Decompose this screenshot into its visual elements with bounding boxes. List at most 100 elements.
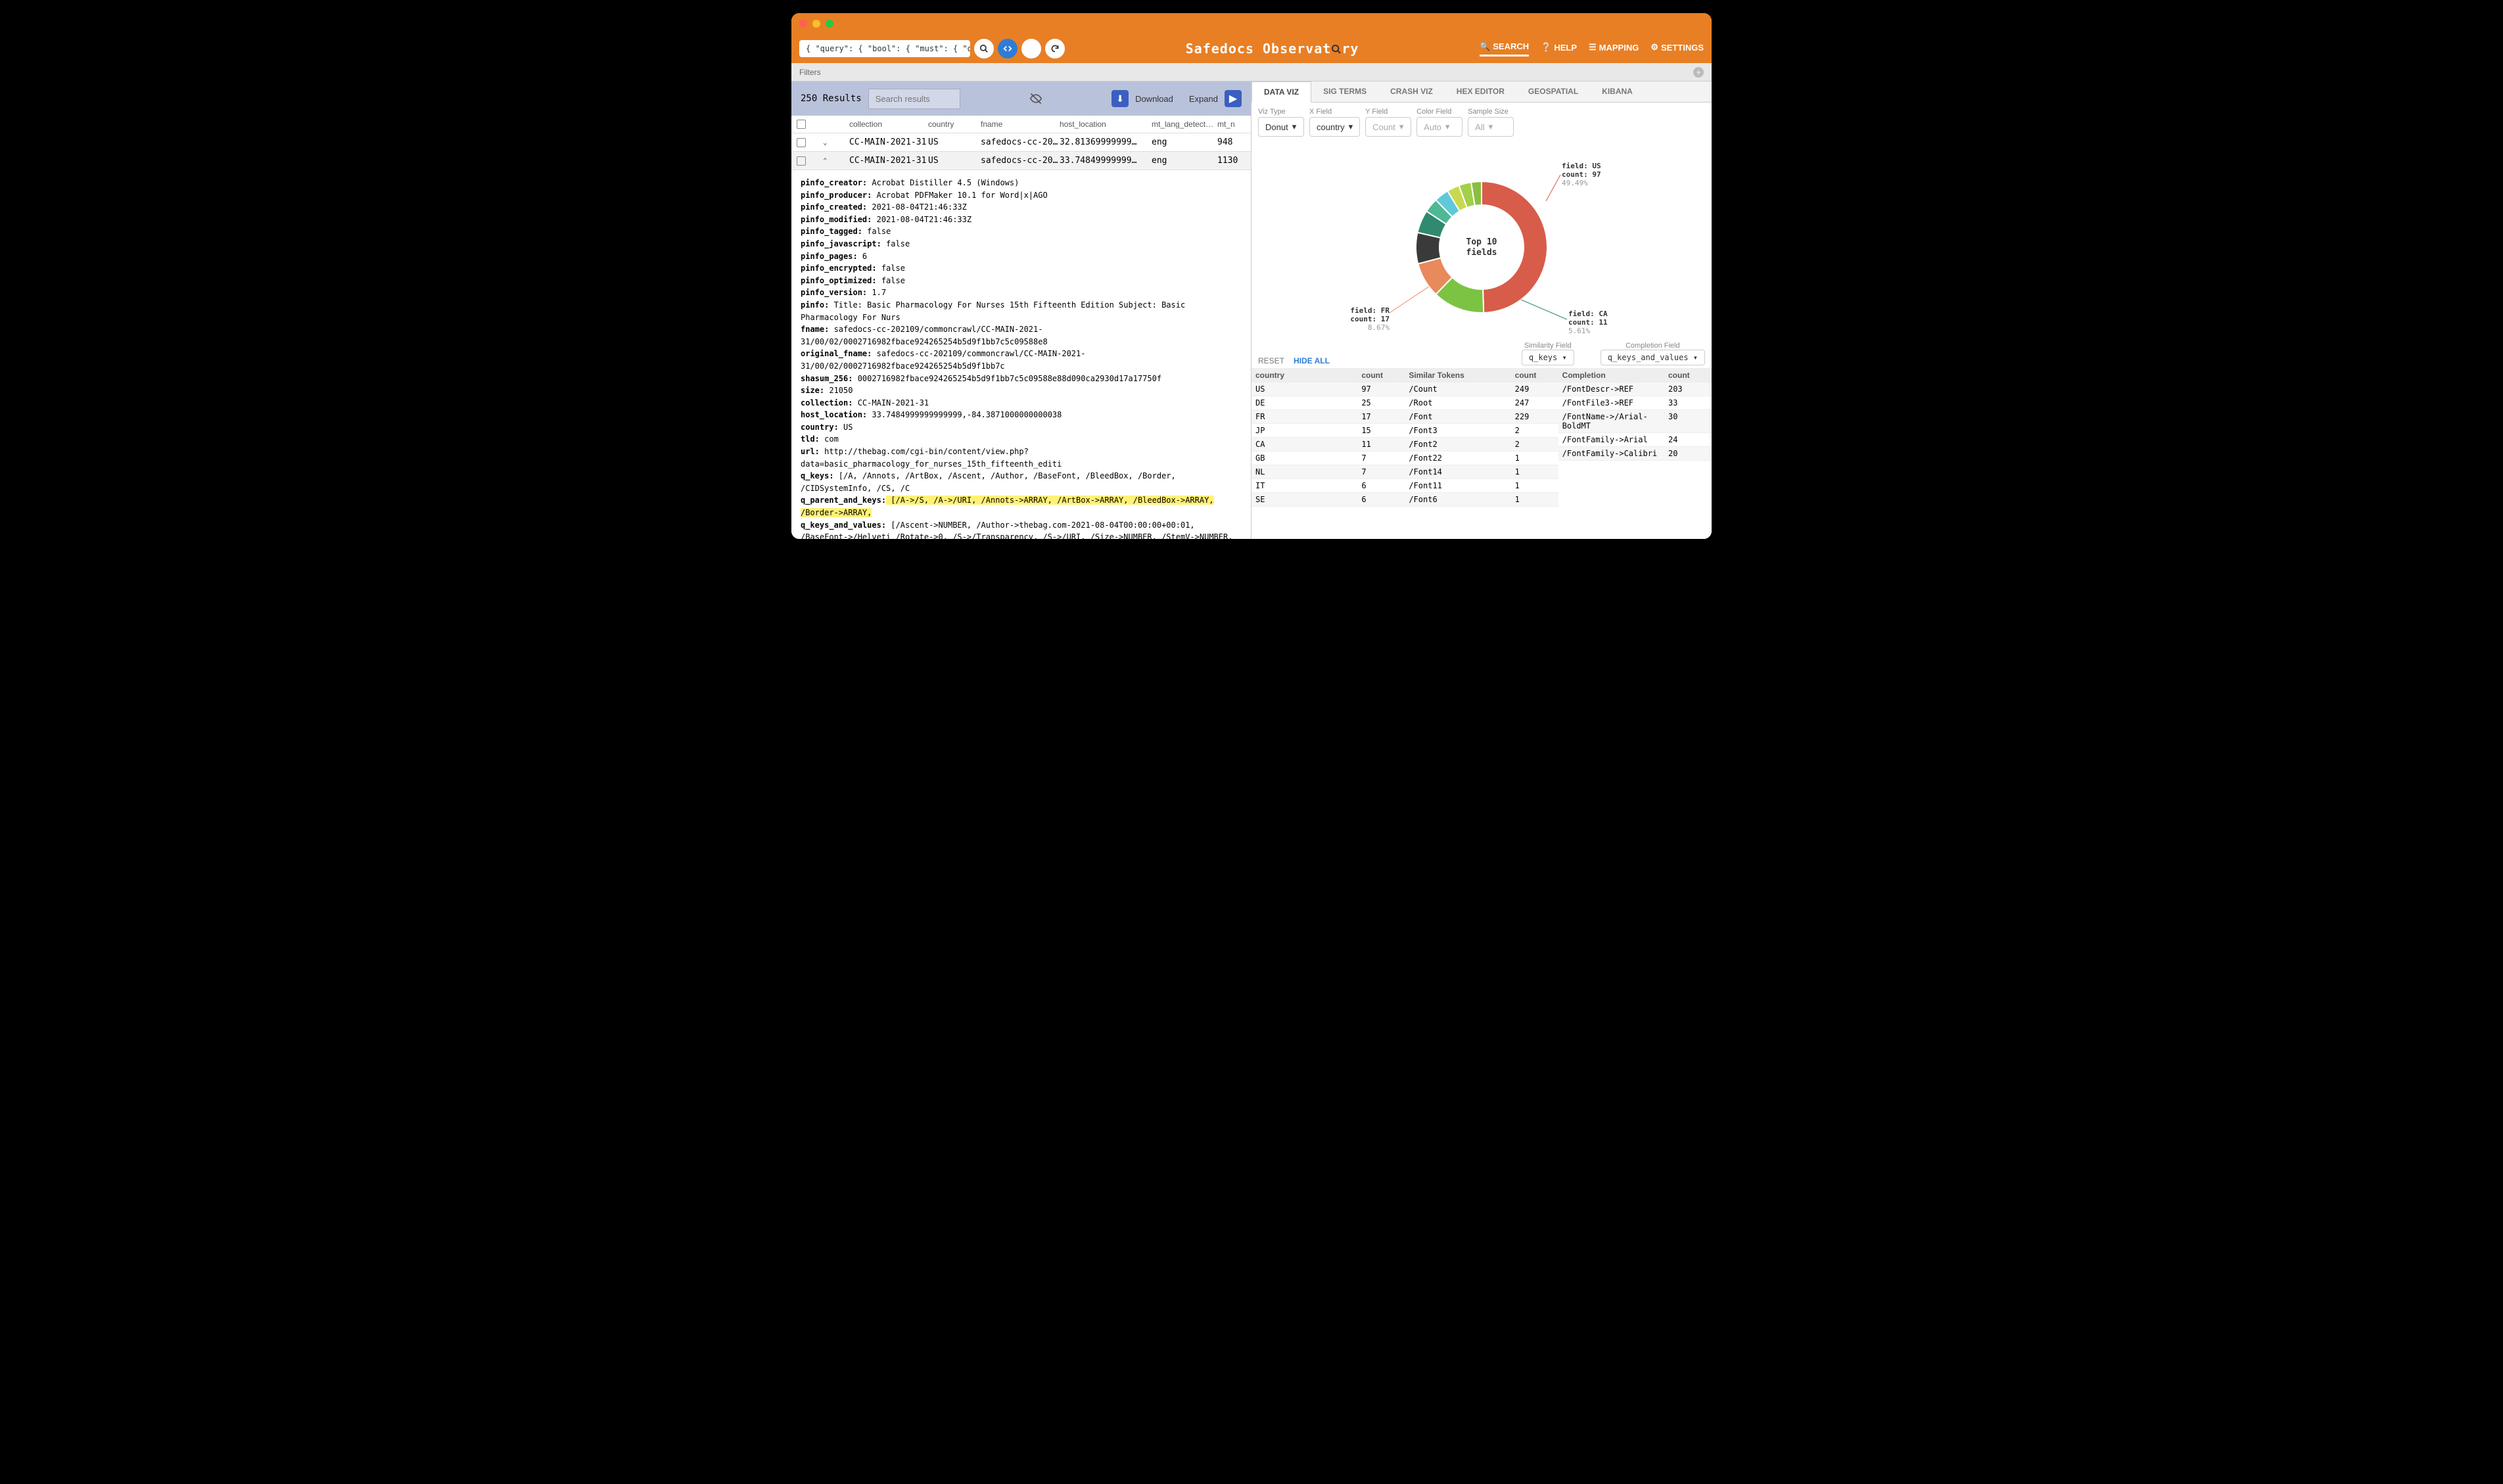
viz-tabs: DATA VIZSIG TERMSCRASH VIZHEX EDITORGEOS… — [1252, 81, 1712, 103]
select-all-checkbox[interactable] — [797, 120, 806, 129]
y-field-select[interactable]: Count ▾ — [1365, 117, 1411, 137]
tab-crash viz[interactable]: CRASH VIZ — [1378, 81, 1445, 102]
code-button[interactable] — [998, 39, 1018, 58]
data-tables: countrycountUS97DE25FR17JP15CA11GB7NL7IT… — [1252, 368, 1712, 539]
table-row[interactable]: /Font111 — [1405, 479, 1558, 493]
dropdown-button[interactable]: ▾ — [1021, 39, 1041, 58]
maximize-window-icon[interactable] — [826, 20, 833, 28]
minimize-window-icon[interactable] — [812, 20, 820, 28]
add-filter-button[interactable]: + — [1693, 67, 1704, 78]
table-row[interactable]: FR17 — [1252, 410, 1405, 424]
table-row[interactable]: ⌄ CC-MAIN-2021-31USsafedocs-cc-20…32.813… — [791, 133, 1251, 152]
close-window-icon[interactable] — [799, 20, 807, 28]
sample-size-select[interactable]: All ▾ — [1468, 117, 1514, 137]
expand-button[interactable]: ▶ — [1225, 90, 1242, 107]
reset-button[interactable]: RESET — [1258, 356, 1284, 365]
filters-bar: Filters + — [791, 63, 1712, 81]
table-row[interactable]: /Font229 — [1405, 410, 1558, 424]
completion-field-select[interactable]: q_keys_and_values ▾ — [1601, 350, 1705, 365]
download-button-icon[interactable]: ⬇ — [1111, 90, 1129, 107]
nav-settings[interactable]: ⚙ SETTINGS — [1650, 41, 1704, 57]
table-row[interactable]: /FontDescr->REF203 — [1558, 383, 1712, 396]
table-row[interactable]: JP15 — [1252, 424, 1405, 438]
svg-text:5.61%: 5.61% — [1568, 327, 1590, 335]
table-row[interactable]: IT6 — [1252, 479, 1405, 493]
results-grid: collectioncountryfnamehost_locationmt_la… — [791, 116, 1251, 133]
table-row[interactable]: ⌃ CC-MAIN-2021-31USsafedocs-cc-20…33.748… — [791, 152, 1251, 170]
download-label: Download — [1135, 94, 1173, 104]
expand-row-icon[interactable]: ⌄ — [823, 138, 849, 147]
table-row[interactable]: /FontName->/Arial-BoldMT30 — [1558, 410, 1712, 433]
app-window: { "query": { "bool": { "must": { "query_… — [791, 13, 1712, 539]
refresh-button[interactable] — [1045, 39, 1065, 58]
svg-text:Top 10: Top 10 — [1466, 237, 1497, 247]
nav-search[interactable]: 🔍 SEARCH — [1480, 41, 1529, 57]
svg-text:field: CA: field: CA — [1568, 310, 1608, 318]
table-row[interactable]: /Font221 — [1405, 452, 1558, 465]
svg-text:count: 97: count: 97 — [1562, 170, 1601, 179]
viz-type-select[interactable]: Donut ▾ — [1258, 117, 1304, 137]
results-panel: 250 Results ⬇ Download Expand ▶ collecti… — [791, 81, 1252, 539]
donut-chart: Top 10 fields field: US count: 97 49.49%… — [1252, 142, 1712, 339]
table-row[interactable]: SE6 — [1252, 493, 1405, 507]
svg-text:8.67%: 8.67% — [1368, 323, 1390, 332]
visibility-off-icon[interactable] — [1029, 92, 1042, 105]
column-header[interactable]: country — [928, 120, 981, 129]
hide-all-button[interactable]: HIDE ALL — [1294, 356, 1330, 365]
nav-help[interactable]: ❔ HELP — [1541, 41, 1577, 57]
column-header[interactable]: mt_n — [1217, 120, 1257, 129]
tab-kibana[interactable]: KIBANA — [1590, 81, 1645, 102]
search-results-input[interactable] — [868, 89, 960, 109]
row-details: pinfo_creator: Acrobat Distiller 4.5 (Wi… — [791, 170, 1251, 539]
x-field-select[interactable]: country ▾ — [1309, 117, 1360, 137]
filters-label: Filters — [799, 68, 821, 77]
tab-geospatial[interactable]: GEOSPATIAL — [1516, 81, 1590, 102]
tab-sig terms[interactable]: SIG TERMS — [1311, 81, 1378, 102]
top-toolbar: { "query": { "bool": { "must": { "query_… — [791, 34, 1712, 63]
column-header[interactable]: collection — [849, 120, 928, 129]
completion-table: Completioncount/FontDescr->REF203/FontFi… — [1558, 368, 1712, 539]
table-row[interactable]: NL7 — [1252, 465, 1405, 479]
table-row[interactable]: /Font22 — [1405, 438, 1558, 452]
app-title: Safedocs Observatry — [1065, 41, 1480, 57]
expand-row-icon[interactable]: ⌃ — [823, 156, 849, 165]
tab-data viz[interactable]: DATA VIZ — [1252, 81, 1311, 103]
column-header[interactable]: fname — [981, 120, 1060, 129]
table-controls: RESET HIDE ALL Similarity Fieldq_keys ▾ … — [1252, 339, 1712, 368]
table-row[interactable]: /Font61 — [1405, 493, 1558, 507]
row-checkbox[interactable] — [797, 156, 806, 166]
similar-tokens-table: Similar Tokenscount/Count249/Root247/Fon… — [1405, 368, 1558, 539]
search-button[interactable] — [974, 39, 994, 58]
expand-label: Expand — [1189, 94, 1218, 104]
similarity-field-select[interactable]: q_keys ▾ — [1522, 350, 1574, 365]
table-row[interactable]: /Count249 — [1405, 383, 1558, 396]
main-nav: 🔍 SEARCH ❔ HELP ☰ MAPPING ⚙ SETTINGS — [1480, 41, 1704, 57]
table-row[interactable]: CA11 — [1252, 438, 1405, 452]
viz-panel: DATA VIZSIG TERMSCRASH VIZHEX EDITORGEOS… — [1252, 81, 1712, 539]
results-count: 250 Results — [801, 93, 862, 104]
svg-text:49.49%: 49.49% — [1562, 179, 1588, 187]
table-row[interactable]: /Root247 — [1405, 396, 1558, 410]
results-toolbar: 250 Results ⬇ Download Expand ▶ — [791, 81, 1251, 116]
table-row[interactable]: /FontFamily->Arial24 — [1558, 433, 1712, 447]
country-table: countrycountUS97DE25FR17JP15CA11GB7NL7IT… — [1252, 368, 1405, 539]
svg-text:field: US: field: US — [1562, 162, 1601, 170]
table-row[interactable]: DE25 — [1252, 396, 1405, 410]
table-row[interactable]: /FontFamily->Calibri20 — [1558, 447, 1712, 461]
query-input[interactable]: { "query": { "bool": { "must": { "query_… — [799, 40, 970, 57]
svg-text:count: 11: count: 11 — [1568, 318, 1608, 327]
viz-controls: Viz TypeDonut ▾ X Fieldcountry ▾ Y Field… — [1252, 103, 1712, 142]
table-row[interactable]: /Font141 — [1405, 465, 1558, 479]
tab-hex editor[interactable]: HEX EDITOR — [1445, 81, 1516, 102]
table-row[interactable]: /Font32 — [1405, 424, 1558, 438]
table-row[interactable]: US97 — [1252, 383, 1405, 396]
row-checkbox[interactable] — [797, 138, 806, 147]
table-row[interactable]: GB7 — [1252, 452, 1405, 465]
column-header[interactable]: host_location — [1060, 120, 1152, 129]
nav-mapping[interactable]: ☰ MAPPING — [1589, 41, 1639, 57]
color-field-select[interactable]: Auto ▾ — [1416, 117, 1462, 137]
svg-text:field: FR: field: FR — [1350, 306, 1390, 315]
window-titlebar — [791, 13, 1712, 34]
table-row[interactable]: /FontFile3->REF33 — [1558, 396, 1712, 410]
column-header[interactable]: mt_lang_detect… — [1152, 120, 1217, 129]
